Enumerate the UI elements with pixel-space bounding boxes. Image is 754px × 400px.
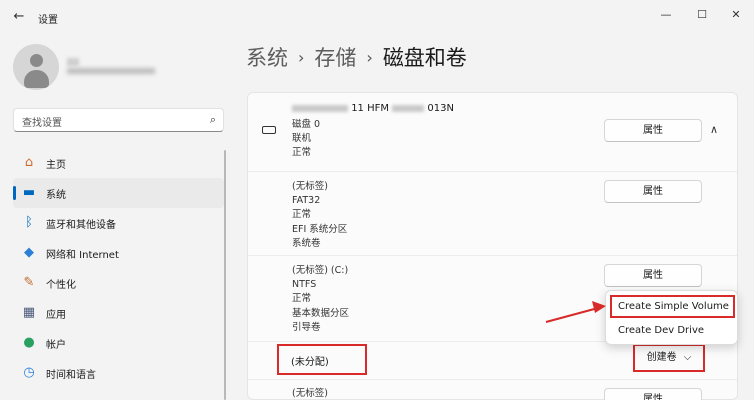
disk-properties-button[interactable]: 属性 bbox=[604, 119, 702, 142]
breadcrumb: 系统 › 存储 › 磁盘和卷 bbox=[246, 42, 467, 74]
breadcrumb-system[interactable]: 系统 bbox=[246, 46, 288, 70]
volume-filesystem: FAT32 bbox=[292, 195, 321, 207]
volume-properties-button[interactable]: 属性 bbox=[604, 388, 702, 400]
bluetooth-icon: ᛒ bbox=[25, 215, 33, 230]
sidebar-item-label: 系统 bbox=[46, 190, 66, 201]
disk-name-part: 11 HFM bbox=[351, 103, 389, 114]
avatar-head bbox=[30, 54, 43, 67]
title-bar: ← 设置 — ☐ ✕ bbox=[0, 0, 754, 34]
disk-number: 磁盘 0 bbox=[292, 119, 321, 130]
volume-info: (无标签) (C:) NTFS 正常 基本数据分区 引导卷 bbox=[292, 264, 349, 335]
wifi-icon: ◆ bbox=[24, 245, 34, 260]
volume-label: (无标签) bbox=[292, 388, 328, 399]
menu-item-create-simple-volume[interactable]: Create Simple Volume bbox=[610, 295, 735, 318]
avatar[interactable] bbox=[13, 44, 59, 90]
sidebar-item-bluetooth[interactable]: ᛒ 蓝牙和其他设备 bbox=[13, 208, 224, 238]
chevron-up-icon[interactable]: ∧ bbox=[710, 123, 718, 136]
sidebar-item-label: 个性化 bbox=[46, 280, 76, 291]
volume-properties-button[interactable]: 属性 bbox=[604, 180, 702, 203]
close-button[interactable]: ✕ bbox=[722, 6, 750, 24]
sidebar-item-label: 蓝牙和其他设备 bbox=[46, 220, 116, 231]
sidebar-nav: ⌂ 主页 ▬ 系统 ᛒ 蓝牙和其他设备 ◆ 网络和 Internet ✎ 个性化… bbox=[13, 148, 224, 388]
disk-name-part: 013N bbox=[427, 103, 454, 114]
volume-efi: (无标签) FAT32 正常 EFI 系统分区 系统卷 属性 bbox=[248, 171, 737, 255]
chevron-down-icon: ⌵ bbox=[683, 352, 692, 363]
maximize-button[interactable]: ☐ bbox=[688, 6, 716, 24]
search-icon: ⌕ bbox=[209, 113, 216, 126]
volume-role: 系统卷 bbox=[292, 237, 321, 249]
brush-icon: ✎ bbox=[23, 275, 35, 290]
disk-drive-icon bbox=[262, 126, 276, 134]
sidebar-item-apps[interactable]: ▦ 应用 bbox=[13, 298, 224, 328]
sidebar-scrollbar[interactable] bbox=[224, 150, 226, 400]
volume-label: (无标签) bbox=[292, 181, 328, 192]
sidebar-item-label: 应用 bbox=[46, 310, 66, 321]
chevron-right-icon: › bbox=[366, 48, 373, 67]
avatar-body bbox=[24, 70, 49, 88]
blurred-text bbox=[292, 104, 348, 112]
home-icon: ⌂ bbox=[24, 155, 34, 170]
blurred-name bbox=[67, 58, 79, 66]
page-title: 磁盘和卷 bbox=[382, 46, 467, 70]
volume-type: 基本数据分区 bbox=[292, 307, 350, 319]
volume-role: 引导卷 bbox=[292, 321, 321, 333]
selection-indicator bbox=[13, 186, 16, 200]
blurred-text bbox=[392, 104, 425, 112]
volume-health: 正常 bbox=[292, 209, 312, 221]
back-arrow-icon[interactable]: ← bbox=[10, 8, 28, 26]
volume-filesystem: NTFS bbox=[292, 279, 317, 291]
disk-info: 磁盘 0 联机 正常 bbox=[292, 118, 320, 161]
monitor-icon: ▬ bbox=[22, 185, 36, 200]
sidebar-item-label: 网络和 Internet bbox=[46, 250, 119, 261]
volume-type: EFI 系统分区 bbox=[292, 223, 348, 235]
unallocated-label: (未分配) bbox=[291, 357, 329, 368]
menu-item-create-dev-drive[interactable]: Create Dev Drive bbox=[610, 319, 735, 342]
volume-health: 正常 bbox=[292, 293, 312, 305]
sidebar-item-accounts[interactable]: ● 帐户 bbox=[13, 328, 224, 358]
sidebar-item-time-language[interactable]: ◷ 时间和语言 bbox=[13, 358, 224, 388]
disk-name: 11 HFM 013N bbox=[292, 103, 454, 114]
disk-health: 正常 bbox=[292, 147, 312, 159]
search-input[interactable]: 查找设置 ⌕ bbox=[13, 108, 224, 132]
sidebar-item-home[interactable]: ⌂ 主页 bbox=[13, 148, 224, 178]
account-icon: ● bbox=[23, 335, 35, 350]
sidebar-item-label: 时间和语言 bbox=[46, 370, 96, 381]
minimize-button[interactable]: — bbox=[652, 6, 680, 24]
search-placeholder: 查找设置 bbox=[22, 118, 62, 129]
chevron-right-icon: › bbox=[298, 48, 305, 67]
globe-clock-icon: ◷ bbox=[23, 365, 35, 380]
app-title: 设置 bbox=[38, 15, 58, 26]
volume-partial: (无标签) 属性 bbox=[248, 379, 737, 400]
apps-icon: ▦ bbox=[22, 305, 36, 320]
sidebar-item-label: 帐户 bbox=[46, 340, 66, 351]
sidebar-item-label: 主页 bbox=[46, 160, 66, 171]
disk-status: 联机 bbox=[292, 133, 312, 145]
volume-properties-button[interactable]: 属性 bbox=[604, 264, 702, 287]
user-name-blurred bbox=[67, 58, 157, 76]
volume-label: (无标签) (C:) bbox=[292, 265, 349, 276]
sidebar-item-personalization[interactable]: ✎ 个性化 bbox=[13, 268, 224, 298]
volume-info: (无标签) FAT32 正常 EFI 系统分区 系统卷 bbox=[292, 180, 347, 251]
breadcrumb-storage[interactable]: 存储 bbox=[314, 46, 356, 70]
blurred-email bbox=[67, 68, 155, 74]
create-volume-menu: Create Simple Volume Create Dev Drive bbox=[605, 290, 738, 345]
create-volume-label: 创建卷 bbox=[646, 352, 677, 363]
disk-header: 11 HFM 013N 磁盘 0 联机 正常 属性 ∧ bbox=[248, 93, 737, 171]
sidebar-item-system[interactable]: ▬ 系统 bbox=[13, 178, 224, 208]
create-volume-button[interactable]: 创建卷 ⌵ bbox=[637, 348, 701, 368]
sidebar-item-network[interactable]: ◆ 网络和 Internet bbox=[13, 238, 224, 268]
